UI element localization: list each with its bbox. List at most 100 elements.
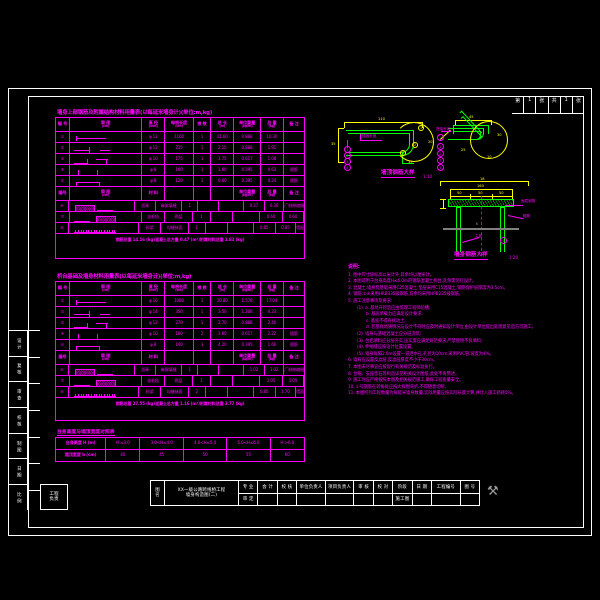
figure-tick <box>88 394 90 396</box>
table-cell: 1.02 <box>265 365 285 375</box>
table-cell: 1 <box>194 143 212 153</box>
table-cell: φ 12 <box>142 143 166 153</box>
figure-tick <box>85 394 87 396</box>
table-cell: 2.40 <box>261 318 284 328</box>
title-block-field-value[interactable] <box>258 494 276 506</box>
revision-value-cell-3 <box>28 410 40 437</box>
table-cell: 墙面 <box>296 388 304 394</box>
table-header-cell <box>165 187 194 200</box>
figure-segment <box>75 182 100 184</box>
table-cell: 麻絮填缝 <box>156 201 183 211</box>
table-cell <box>206 223 228 233</box>
table-cell <box>70 143 143 153</box>
table-header-cell: 单位重量 (kg/m) <box>234 282 261 295</box>
title-block-field-label: 项目负责人 <box>325 481 354 494</box>
table-cell: 油毛毡 <box>142 376 165 386</box>
table-cell: 1.70 <box>276 387 297 397</box>
table-row: ⑧ 砂浆 勾缝抹面 1 0.85 0.85 墙面 <box>56 223 304 234</box>
table-cell: 勾缝抹面 <box>161 223 189 233</box>
table-cell <box>233 376 261 386</box>
table-header-cell <box>194 351 212 364</box>
table-cell: ⑦ <box>56 376 70 386</box>
figure-segment <box>88 147 91 153</box>
table-cell: 0.888 <box>234 143 261 153</box>
table-cell: 1160 <box>165 132 194 142</box>
table-cell: ⑥ <box>56 201 69 211</box>
sheet-number-cell-2: 张 <box>535 96 547 113</box>
table-cell: 0.617 <box>234 154 261 164</box>
table-cell <box>70 165 143 175</box>
cell-subtext: (m) <box>219 288 226 293</box>
figure-tick <box>75 394 77 396</box>
figure-segment <box>73 221 90 222</box>
title-block-field-value[interactable] <box>297 494 325 506</box>
table-cell <box>70 307 143 317</box>
title-block-field-value[interactable]: 审 定 <box>239 494 257 506</box>
table-cell: 0.85 <box>254 223 276 233</box>
table-cell: 1 <box>194 132 212 142</box>
notes-heading: 说明: <box>348 264 360 270</box>
table-cell: 油毛毡 <box>142 212 165 222</box>
table-cell: 1 <box>193 212 211 222</box>
table-cell <box>211 376 234 386</box>
table-cell: 1.05 <box>260 376 283 386</box>
table-cell: 3.50 <box>211 307 235 317</box>
figure-tick <box>96 394 97 396</box>
table-row: ⑤ φ 8 140 3 4.20 0.395 1.66 箍筋 <box>56 340 304 351</box>
title-block: 图 名 XX一级公路跨线桥工程 墙身构造图(二) 专 业审 定会 计校 核单位负责人项… <box>150 480 480 506</box>
title-block-field-label: 阶段 <box>393 481 412 494</box>
table-cell: 沥青 <box>135 201 157 211</box>
revision-cell-2: 审 查 <box>9 381 27 407</box>
table-cell: 勾缝抹面 <box>161 387 189 397</box>
cell-subtext: (cm) <box>101 124 110 129</box>
cell-text: 编 号 <box>57 121 68 127</box>
figure-segment <box>86 159 89 164</box>
title-block-field-value[interactable] <box>461 494 479 506</box>
figure-tick <box>88 230 90 232</box>
reference-cell: 3.0<H≤4.0 <box>140 438 184 449</box>
detail-1-scale: 1:10 <box>423 174 432 179</box>
reference-row-label: 台身高度 H (m) <box>56 438 107 449</box>
table-cell: 1.208 <box>234 307 261 317</box>
figure-segment <box>96 374 113 375</box>
table-header-cell: 每根长度 (cm) <box>165 118 194 131</box>
reference-cell: 5.0<H≤6.0 <box>227 438 271 449</box>
table-header-cell: 备 注 <box>284 351 304 364</box>
table-cell <box>69 201 135 211</box>
title-block-field-value[interactable] <box>326 494 354 506</box>
title-block-field-label: 专 业 <box>239 481 258 494</box>
revision-cell-3: 校 核 <box>9 407 27 433</box>
title-block-field-value[interactable] <box>413 494 431 506</box>
title-block-field-value[interactable] <box>278 494 296 506</box>
construction-notes: 说明: 1. 图中尺寸除标高以米计外,其余均以厘米计。 2. 本图适用于台身高度H≤… <box>348 264 563 398</box>
table-cell <box>198 201 220 211</box>
revision-cell-0: 设 计 <box>9 330 27 356</box>
table-cell: ③ <box>56 154 70 164</box>
table-cell: 10.80 <box>211 296 235 306</box>
cell-subtext: (kg) <box>268 193 276 198</box>
table-cell <box>284 143 304 153</box>
table-cell: 砂浆 <box>139 223 162 233</box>
note-item-14: 6. 墙背应设置反滤层,反滤层厚度不小于30cm。 <box>348 358 438 364</box>
table-header-cell: 材 料 <box>142 187 166 200</box>
figure-tick <box>93 394 95 396</box>
figure-tick <box>80 230 82 232</box>
table-header-row: 编号简 图 (cm) 材 料 单位重量 (kg/m) 总 量 (kg) 备 注 <box>56 351 304 365</box>
table-cell <box>69 223 140 233</box>
table-header-row: 编 号简 图 (cm) 直 径 (mm) 每根长度 (cm) 根 数总 长 (m) 单位重量 (k… <box>56 118 304 132</box>
title-block-field-value[interactable] <box>432 494 460 506</box>
table-header-cell: 编 号 <box>56 118 70 131</box>
revision-cell-label: 制 图 <box>16 440 22 452</box>
figure-tick <box>75 230 77 232</box>
sheet-number-cell-0: 第 <box>515 97 521 104</box>
total-value-0: 钢筋总重 14.16 (kg) <box>115 237 155 243</box>
title-block-field-value[interactable]: 施工图 <box>393 494 411 506</box>
table-cell: 0.63 <box>261 165 284 175</box>
table-cell <box>70 296 143 306</box>
revision-strip-secondary <box>28 330 40 510</box>
title-block-field-value[interactable] <box>354 494 372 506</box>
title-block-field-value[interactable] <box>374 494 392 506</box>
figure-tick <box>77 230 79 232</box>
table-cell: 0.60 <box>260 212 283 222</box>
cell-text: 根 数 <box>197 121 207 127</box>
